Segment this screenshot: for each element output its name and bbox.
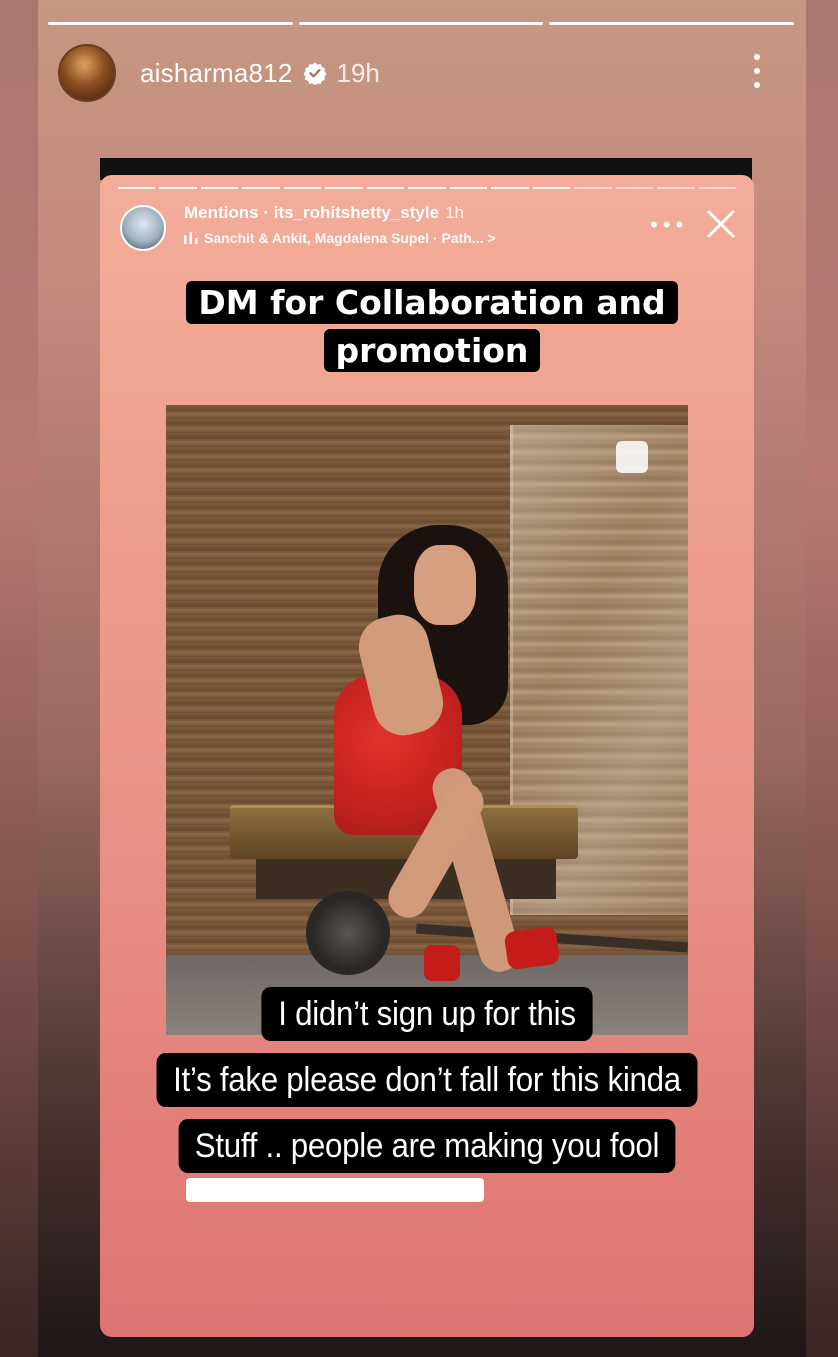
- story-progress-bar: [48, 22, 795, 26]
- sticker-box: [616, 441, 648, 473]
- more-horizontal-icon[interactable]: •••: [648, 213, 686, 237]
- white-sticker-strip: [186, 1178, 484, 1202]
- music-track-label: Sanchit & Ankit, Magdalena Supel · Path.…: [204, 230, 496, 246]
- mentions-label: Mentions · its_rohitshetty_style: [184, 203, 440, 222]
- caption-bottom-line-3: Stuff .. people are making you fool: [178, 1119, 676, 1173]
- verified-badge-icon: [303, 62, 327, 85]
- avatar[interactable]: [58, 44, 116, 102]
- progress-segment: [48, 22, 293, 25]
- caption-top-text: DM for Collaboration and promotion: [186, 281, 678, 372]
- shared-story-avatar[interactable]: [120, 205, 166, 251]
- shared-story-card[interactable]: Mentions · its_rohitshetty_style 1h Sanch…: [100, 175, 754, 1337]
- story-header: aisharma812 19h: [58, 42, 788, 104]
- shared-story-progress-bar: [118, 187, 737, 190]
- music-bars-icon: [184, 232, 198, 244]
- caption-sticker-top: DM for Collaboration and promotion: [180, 279, 684, 375]
- username[interactable]: aisharma812: [140, 58, 293, 89]
- close-icon[interactable]: [704, 207, 738, 241]
- post-time: 19h: [336, 57, 380, 88]
- progress-segment: [549, 22, 795, 25]
- caption-sticker-bottom: I didn’t sign up for this It’s fake plea…: [137, 981, 717, 1179]
- caption-bottom-line-2: It’s fake please don’t fall for this kin…: [156, 1053, 698, 1107]
- story-photo: [166, 405, 688, 1035]
- shared-story-time: 1h: [445, 203, 464, 222]
- shared-story-title[interactable]: Mentions · its_rohitshetty_style 1h: [184, 203, 464, 223]
- progress-segment: [298, 22, 544, 25]
- music-attribution[interactable]: Sanchit & Ankit, Magdalena Supel · Path.…: [184, 230, 496, 246]
- caption-bottom-line-1: I didn’t sign up for this: [261, 987, 593, 1041]
- more-vertical-icon[interactable]: [752, 54, 762, 88]
